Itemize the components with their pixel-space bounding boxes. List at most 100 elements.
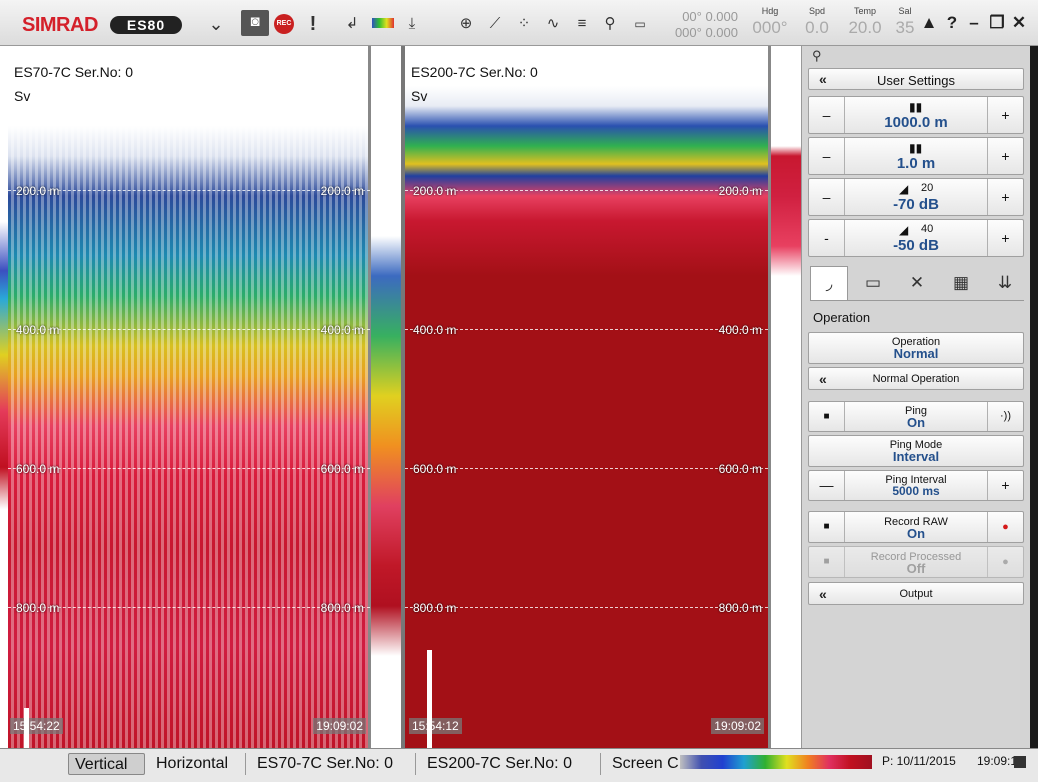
depth-line-800	[8, 607, 370, 608]
restore-icon[interactable]: ❐	[986, 12, 1008, 34]
setup-icon[interactable]: ⇊	[986, 266, 1024, 300]
display-icon[interactable]: ▭	[854, 266, 892, 300]
depth-line-200	[405, 190, 768, 191]
tab-screen-capture[interactable]: Screen C	[606, 753, 678, 775]
ping-signal-icon[interactable]: ·))	[987, 402, 1023, 431]
close-icon[interactable]: ✕	[1008, 12, 1030, 34]
wave-icon[interactable]: ∿	[541, 12, 565, 36]
target-icon[interactable]: ⊕	[454, 12, 478, 36]
range-minus-button[interactable]: –	[809, 97, 845, 133]
warning-icon[interactable]: ▲	[918, 12, 940, 34]
time-end: 19:09:02	[711, 718, 764, 734]
range-plus-button[interactable]: +	[987, 97, 1023, 133]
depth-label: 800.0 m	[320, 601, 364, 615]
tab-es200[interactable]: ES200-7C Ser.No: 0	[421, 753, 601, 775]
slope-icon: ◢	[899, 182, 909, 196]
depth-label: 400.0 m	[718, 323, 762, 337]
minimize-icon[interactable]: –	[963, 12, 985, 34]
es70-color-strip	[371, 46, 401, 748]
depth-line-400	[8, 329, 370, 330]
record-dot-icon[interactable]: ●	[987, 512, 1023, 542]
pin-icon[interactable]: ⚲	[812, 48, 822, 64]
start-range-unit: m	[921, 155, 936, 172]
ping-button[interactable]: ■ Ping On ·))	[808, 401, 1024, 432]
ping-marker	[427, 650, 432, 748]
gain-minus-button[interactable]: –	[809, 179, 845, 215]
ping-interval-plus-button[interactable]: +	[987, 471, 1023, 500]
status-bar: Vertical Horizontal ES70-7C Ser.No: 0 ES…	[0, 748, 1038, 782]
magnifier-icon[interactable]: ⚲	[598, 12, 622, 36]
double-chevron-down-icon[interactable]: ⌄	[204, 12, 228, 36]
tab-vertical[interactable]: Vertical	[68, 753, 145, 775]
user-settings-button[interactable]: « User Settings	[808, 68, 1024, 90]
record-processed-button[interactable]: ■ Record Processed Off ●	[808, 546, 1024, 578]
range-icon: ▮▮	[909, 100, 923, 114]
temperature-field: Temp 20.0	[848, 6, 882, 37]
sv-gain-spinner[interactable]: - ◢ 40 -50 dB +	[808, 219, 1024, 257]
start-range-spinner[interactable]: – ▮▮ 1.0 m +	[808, 137, 1024, 175]
simrad-logo: SIMRAD	[22, 14, 98, 36]
depth-label: 800.0 m	[16, 601, 60, 615]
depth-label: 800.0 m	[718, 601, 762, 615]
sensor-icon[interactable]: ≡	[570, 12, 594, 36]
depth-label: 400.0 m	[16, 323, 60, 337]
latitude-readout: 00° 0.000	[682, 9, 738, 24]
range-spinner[interactable]: – ▮▮ 1000.0 m +	[808, 96, 1024, 134]
channel-mode: Sv	[411, 88, 428, 104]
heading-field: Hdg 000°	[752, 6, 788, 37]
sonar-icon[interactable]: ◞	[810, 266, 848, 301]
speed-field: Spd 0.0	[805, 6, 829, 37]
salinity-field: Sal 35	[895, 6, 915, 37]
tab-es70[interactable]: ES70-7C Ser.No: 0	[251, 753, 416, 775]
record-raw-button[interactable]: ■ Record RAW On ●	[808, 511, 1024, 543]
time-start: 15:54:22	[10, 718, 63, 734]
battery-icon[interactable]: ▭	[628, 12, 652, 36]
channel-name: ES70-7C Ser.No: 0	[14, 64, 134, 80]
gain2-value: -50	[893, 237, 915, 254]
output-button[interactable]: « Output	[808, 582, 1024, 605]
playback-date: P: 10/11/2015	[882, 754, 956, 768]
color-gradient-icon[interactable]	[372, 18, 394, 28]
tvg-gain-spinner[interactable]: – ◢ 20 -70 dB +	[808, 178, 1024, 216]
stop-playback-icon[interactable]	[1014, 756, 1026, 768]
echogram-es70[interactable]: 200.0 m 200.0 m 400.0 m 400.0 m 600.0 m …	[8, 46, 370, 748]
title-bar: SIMRAD ES80 ⌄ ◙ REC ! ↲ ⤓ ⊕ ⟋ ⁘ ∿ ≡ ⚲ ▭ …	[0, 0, 1038, 46]
depth-label: 200.0 m	[413, 184, 457, 198]
gain2-minus-button[interactable]: -	[809, 220, 845, 256]
gain-plus-button[interactable]: +	[987, 179, 1023, 215]
record-dot-icon[interactable]: ●	[987, 547, 1023, 577]
camera-icon[interactable]: ◙	[241, 10, 269, 36]
scatter-icon[interactable]: ⁘	[512, 12, 536, 36]
gain2-unit: dB	[918, 237, 939, 254]
graph-icon[interactable]: ⟋	[483, 12, 507, 36]
ping-mode-button[interactable]: Ping Mode Interval	[808, 435, 1024, 467]
tools-icon[interactable]: ✕	[898, 266, 936, 300]
download-icon[interactable]: ⤓	[400, 12, 424, 36]
depth-line-600	[405, 468, 768, 469]
gain-unit: dB	[918, 196, 939, 213]
range-unit: m	[934, 114, 948, 131]
echogram-data	[8, 46, 370, 748]
control-panel: ⚲ « User Settings – ▮▮ 1000.0 m + – ▮▮ 1…	[801, 46, 1030, 748]
help-icon[interactable]: ?	[941, 12, 963, 34]
range-value: 1000.0	[884, 114, 931, 131]
depth-line-400	[405, 329, 768, 330]
model-logo: ES80	[110, 16, 182, 34]
start-range-minus-button[interactable]: –	[809, 138, 845, 174]
layout-icon[interactable]: ▦	[942, 266, 980, 300]
tab-horizontal[interactable]: Horizontal	[150, 753, 246, 775]
depth-line-800	[405, 607, 768, 608]
es200-color-strip	[771, 46, 801, 748]
ping-interval-spinner[interactable]: — Ping Interval 5000 ms +	[808, 470, 1024, 501]
record-icon[interactable]: REC	[274, 14, 294, 34]
normal-operation-button[interactable]: « Normal Operation	[808, 367, 1024, 390]
echogram-es200[interactable]: 200.0 m 200.0 m 400.0 m 400.0 m 600.0 m …	[405, 46, 768, 748]
time-start: 15:54:12	[409, 718, 462, 734]
gain2-plus-button[interactable]: +	[987, 220, 1023, 256]
undo-icon[interactable]: ↲	[340, 12, 364, 36]
alarm-icon[interactable]: !	[301, 12, 325, 36]
tab-divider	[810, 300, 1024, 301]
operation-button[interactable]: Operation Normal	[808, 332, 1024, 364]
start-range-plus-button[interactable]: +	[987, 138, 1023, 174]
start-range-value: 1.0	[896, 155, 918, 172]
